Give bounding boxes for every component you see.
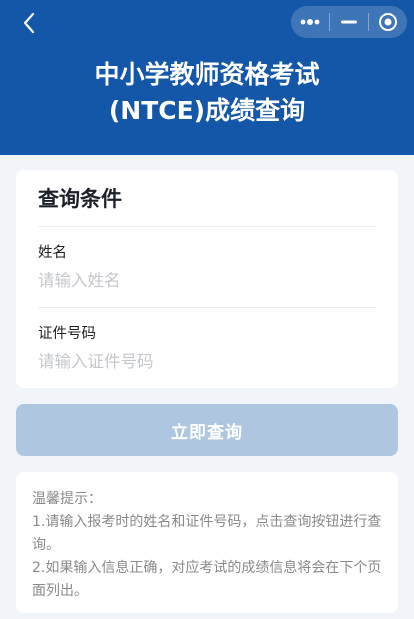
tips-item-2: 2.如果输入信息正确，对应考试的成绩信息将会在下个页面列出。 [32,560,382,599]
target-close-icon [379,13,397,31]
close-button[interactable] [369,6,407,38]
id-number-input[interactable] [38,350,376,374]
tips-card: 温馨提示： 1.请输入报考时的姓名和证件号码，点击查询按钮进行查询。 2.如果输… [16,472,398,613]
back-button[interactable] [16,10,42,36]
form-title: 查询条件 [38,170,376,227]
name-input[interactable] [38,269,376,293]
query-button-label: 立即查询 [171,422,243,443]
name-field: 姓名 [38,227,376,307]
tips-item-1: 1.请输入报考时的姓名和证件号码，点击查询按钮进行查询。 [32,514,382,553]
more-button[interactable] [291,6,329,38]
page-title-line-1: 中小学教师资格考试 [94,60,320,89]
chevron-left-icon [23,12,35,34]
mini-program-capsule [291,6,407,38]
page-title: 中小学教师资格考试 (NTCE)成绩查询 [0,57,414,129]
id-number-label: 证件号码 [38,326,96,342]
page-title-line-2: (NTCE)成绩查询 [108,96,306,125]
minimize-icon [341,20,357,24]
query-form-card: 查询条件 姓名 证件号码 [16,170,398,388]
id-number-field: 证件号码 [38,307,376,387]
page-header: 中小学教师资格考试 (NTCE)成绩查询 [0,0,414,155]
name-label: 姓名 [38,245,67,261]
tips-heading: 温馨提示： [32,491,102,507]
query-button[interactable]: 立即查询 [16,404,398,456]
minimize-button[interactable] [330,6,368,38]
more-dots-icon [300,19,320,25]
